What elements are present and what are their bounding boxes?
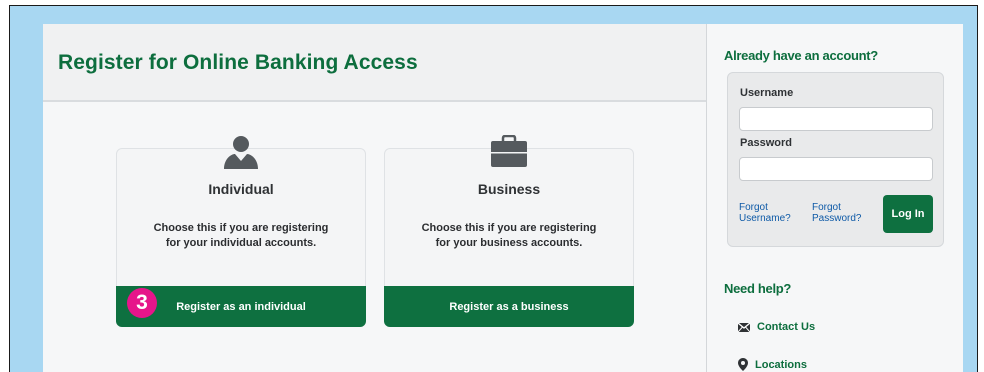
page-title: Register for Online Banking Access xyxy=(58,51,418,74)
business-description: Choose this if you are registering for y… xyxy=(385,221,633,251)
forgot-username-line2: Username? xyxy=(739,213,791,224)
contact-us-link[interactable]: Contact Us xyxy=(738,321,815,333)
sidebar: Already have an account? Username Passwo… xyxy=(707,24,963,372)
individual-title: Individual xyxy=(208,181,274,197)
username-label: Username xyxy=(740,87,794,99)
locations-link[interactable]: Locations xyxy=(738,358,807,371)
password-label: Password xyxy=(740,137,792,149)
password-input[interactable] xyxy=(739,157,933,181)
contact-us-label: Contact Us xyxy=(757,321,816,333)
business-desc-line1: Choose this if you are registering xyxy=(421,222,597,234)
forgot-password-line2: Password? xyxy=(812,213,862,224)
page-header: Register for Online Banking Access xyxy=(43,24,706,102)
step-number-badge: 3 xyxy=(127,288,157,318)
forgot-password-link[interactable]: Forgot Password? xyxy=(812,202,861,224)
individual-description: Choose this if you are registering for y… xyxy=(117,221,365,251)
username-input[interactable] xyxy=(739,107,933,131)
individual-desc-line2: for your individual accounts. xyxy=(165,237,317,249)
envelope-icon xyxy=(738,322,750,332)
log-in-button[interactable]: Log In xyxy=(883,195,933,233)
forgot-password-line1: Forgot xyxy=(812,202,841,213)
registration-page: Register for Online Banking Access Alrea… xyxy=(43,24,963,372)
business-title: Business xyxy=(477,181,541,197)
individual-desc-line1: Choose this if you are registering xyxy=(153,222,329,234)
business-card: Business Choose this if you are register… xyxy=(384,135,634,327)
location-pin-icon xyxy=(738,358,748,371)
login-heading: Already have an account? xyxy=(724,48,878,63)
business-desc-line2: for your business accounts. xyxy=(435,237,583,249)
person-icon xyxy=(224,136,258,169)
forgot-username-link[interactable]: Forgot Username? xyxy=(739,202,791,224)
help-heading: Need help? xyxy=(724,281,792,296)
login-form: Username Password Forgot Username? Forgo… xyxy=(727,72,944,247)
briefcase-icon xyxy=(491,135,527,167)
forgot-username-line1: Forgot xyxy=(739,202,768,213)
locations-label: Locations xyxy=(755,358,807,371)
register-business-button[interactable]: Register as a business xyxy=(384,286,634,327)
